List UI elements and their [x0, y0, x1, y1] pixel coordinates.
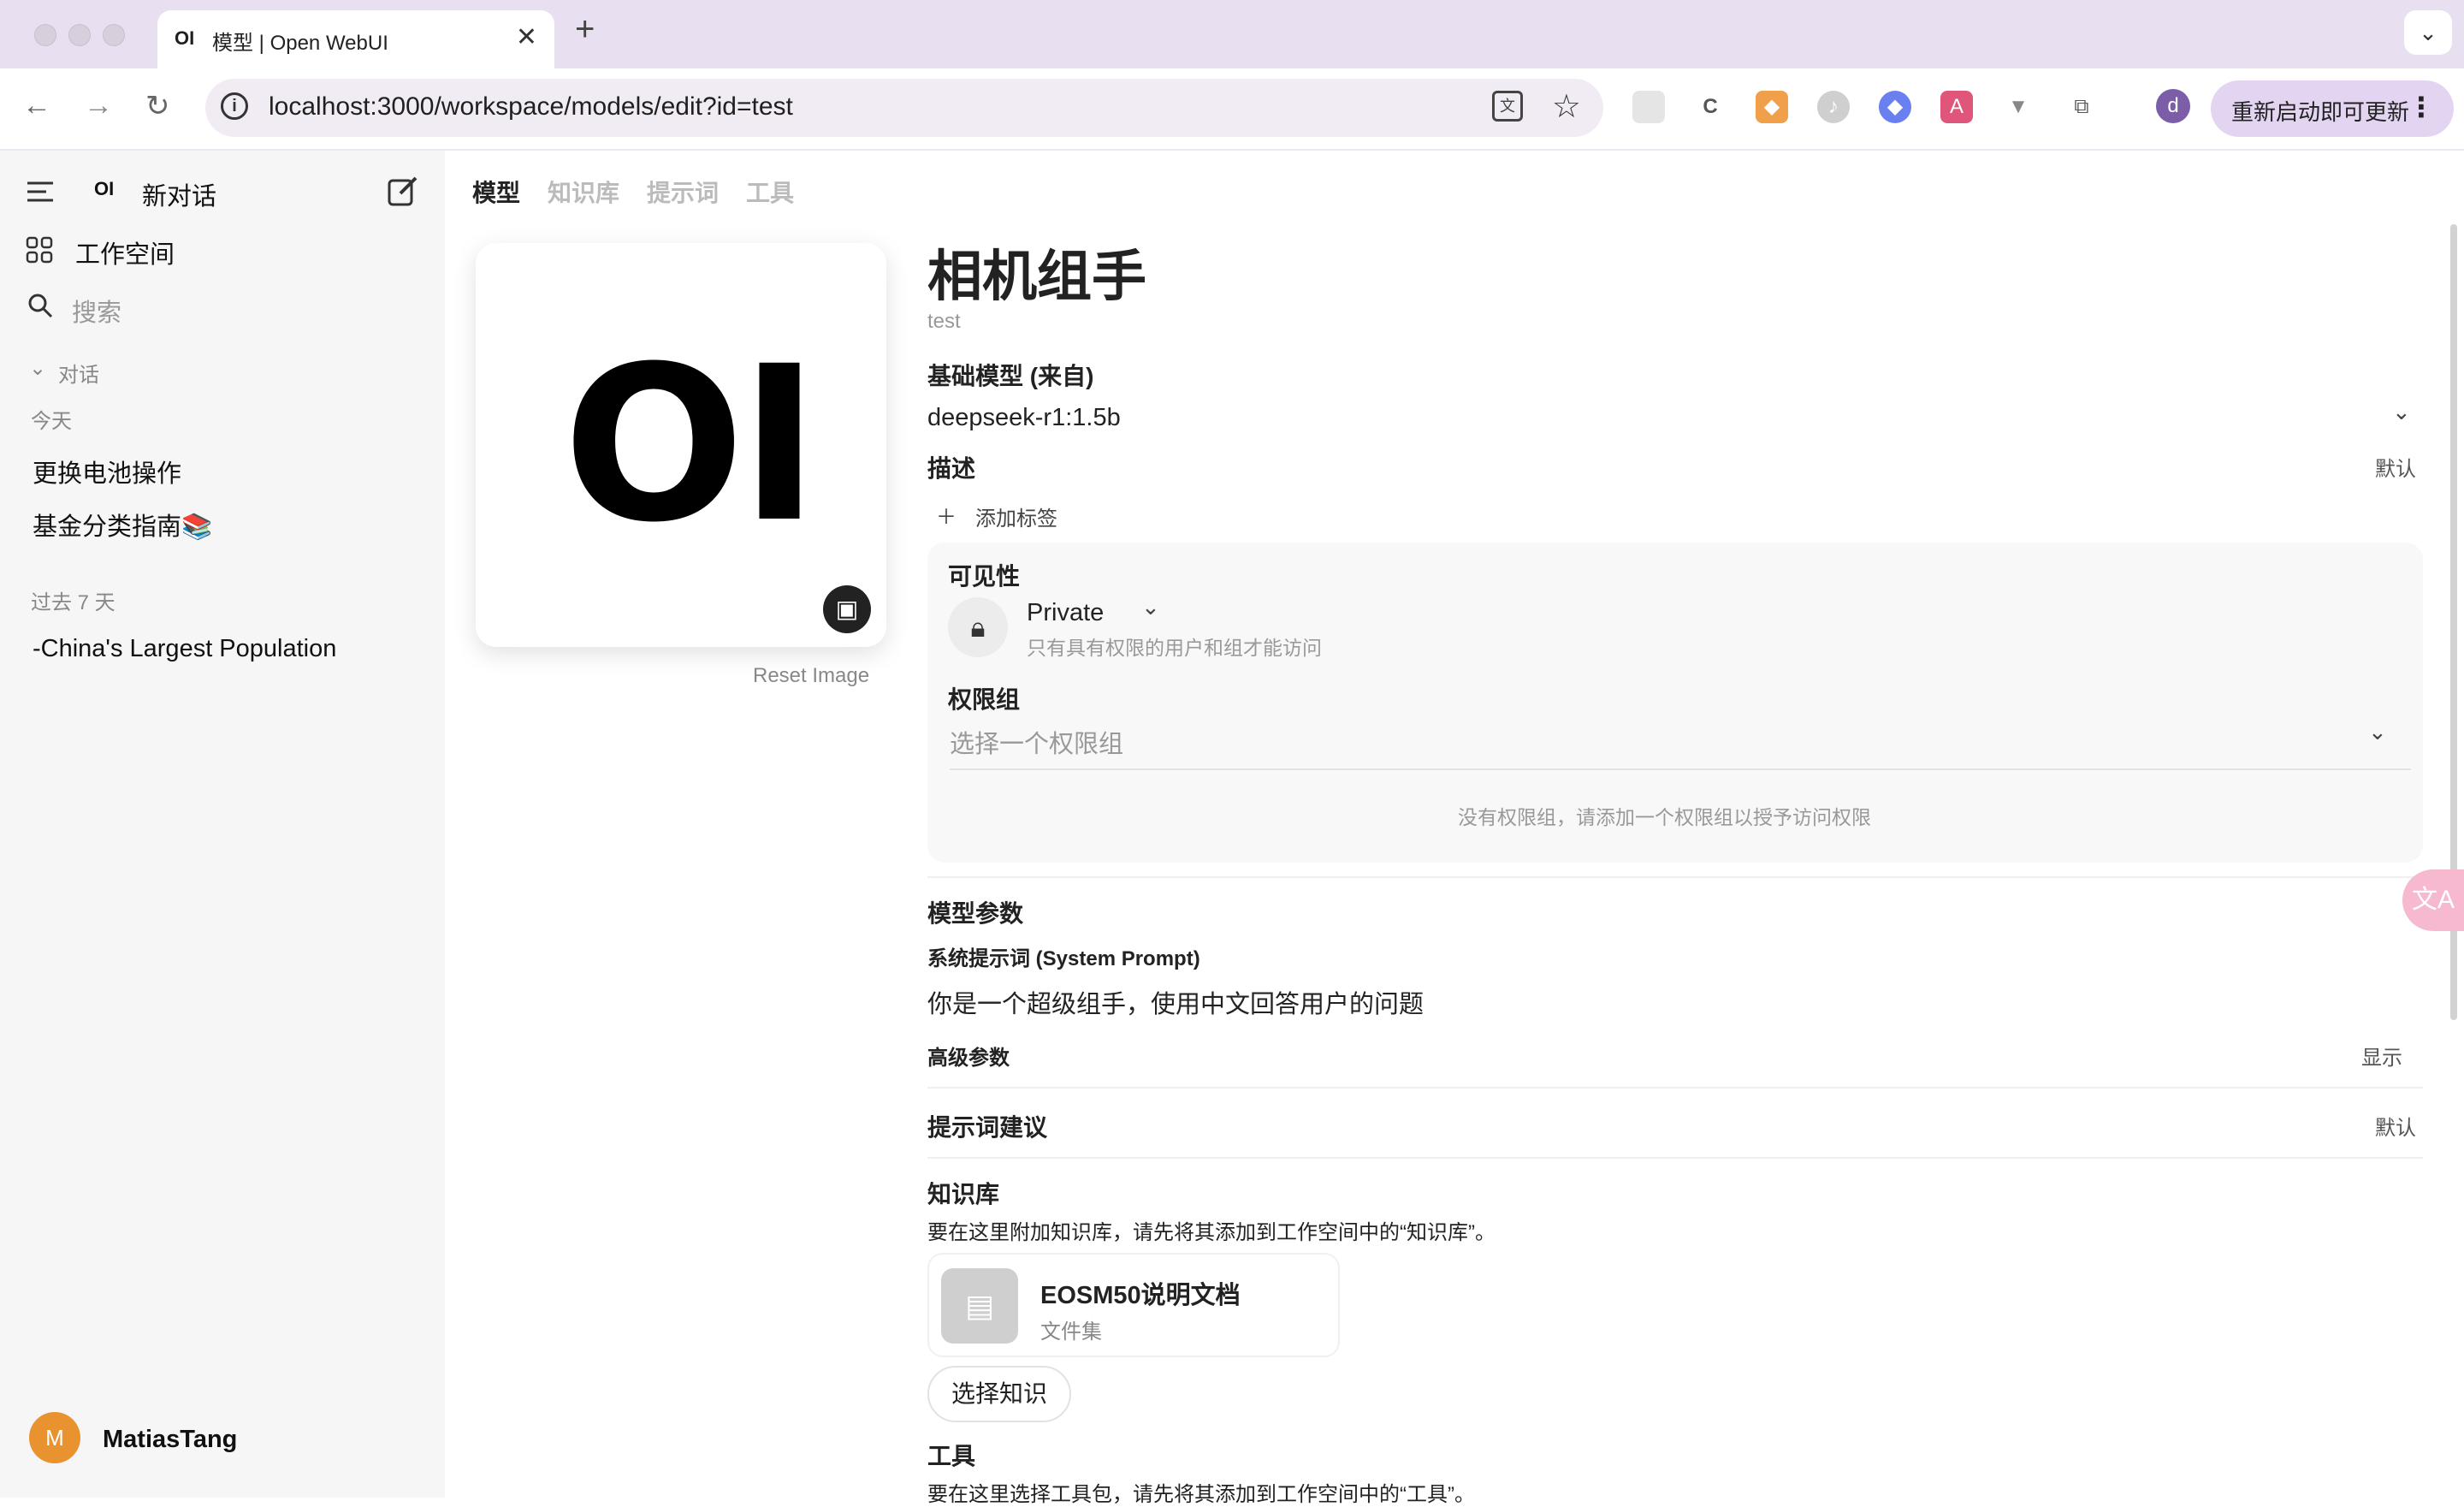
forward-arrow-icon[interactable]: → [84, 89, 113, 122]
past-7-days-header: 过去 7 天 [31, 591, 116, 614]
change-image-icon[interactable]: ▣ [823, 585, 871, 633]
lock-icon: 🔒︎ [948, 597, 1008, 657]
knowledge-hint: 要在这里附加知识库，请先将其添加到工作空间中的“知识库”。 [927, 1221, 1496, 1244]
tab-prompts[interactable]: 提示词 [647, 175, 719, 209]
tab-close-icon[interactable]: ✕ [516, 22, 537, 52]
tab-favicon: OI [175, 27, 195, 49]
tab-tools[interactable]: 工具 [746, 175, 794, 209]
visibility-chevron-icon[interactable]: ⌄ [1141, 594, 1160, 620]
profile-avatar[interactable]: d [2156, 89, 2190, 123]
permission-group-empty: 没有权限组，请添加一个权限组以授予访问权限 [1458, 806, 1871, 828]
knowledge-item-type: 文件集 [1040, 1320, 1102, 1344]
model-params-label: 模型参数 [927, 900, 1024, 927]
knowledge-label: 知识库 [927, 1181, 1000, 1207]
sidebar-item-workspace[interactable]: 工作空间 [75, 234, 175, 270]
window-close-dot[interactable] [34, 24, 56, 46]
tools-hint: 要在这里选择工具包，请先将其添加到工作空间中的“工具”。 [927, 1483, 1475, 1506]
browser-tab-bar: OI 模型 | Open WebUI ✕ + ⌄ [0, 0, 2464, 68]
browser-tab-active[interactable]: OI 模型 | Open WebUI ✕ [157, 10, 554, 68]
search-icon [28, 294, 53, 318]
tab-search-chevron-icon[interactable]: ⌄ [2404, 10, 2452, 55]
today-header: 今天 [31, 410, 72, 433]
prompt-suggestions-default-toggle[interactable]: 默认 [2375, 1111, 2416, 1141]
knowledge-item-card[interactable]: ▤ EOSM50说明文档 文件集 [927, 1253, 1340, 1357]
tools-label: 工具 [927, 1443, 976, 1469]
extensions-puzzle-icon[interactable]: ⧉ [2065, 91, 2098, 123]
document-icon: ▤ [941, 1268, 1018, 1344]
model-image-card[interactable]: OI ▣ [476, 243, 886, 647]
chat-item-china-population[interactable]: -China's Largest Population [33, 635, 336, 663]
select-underline [950, 768, 2411, 770]
extension-music-icon[interactable]: ♪ [1817, 91, 1850, 123]
prompt-suggestions-label: 提示词建议 [927, 1114, 1048, 1141]
chats-section-header[interactable]: 对话 [58, 358, 99, 388]
visibility-panel: 可见性 🔒︎ Private ⌄ 只有具有权限的用户和组才能访问 权限组 选择一… [927, 543, 2423, 863]
translate-icon[interactable]: 文 [1492, 91, 1523, 122]
model-id: test [927, 310, 961, 333]
extension-translate-icon[interactable]: A [1940, 91, 1973, 123]
permission-group-select[interactable]: 选择一个权限组 [950, 724, 1123, 760]
base-model-select[interactable]: deepseek-r1:1.5b [927, 404, 1121, 432]
floating-translate-icon[interactable]: 文A [2402, 869, 2464, 931]
add-tag-plus-icon[interactable]: ＋ [936, 500, 957, 530]
window-zoom-dot[interactable] [103, 24, 125, 46]
description-default-toggle[interactable]: 默认 [2375, 452, 2416, 482]
sidebar [0, 151, 445, 1498]
extension-c-icon[interactable]: C [1694, 91, 1727, 123]
sidebar-logo: OI [94, 178, 115, 199]
new-chat-label[interactable]: 新对话 [142, 176, 216, 212]
add-tag-button[interactable]: 添加标签 [975, 501, 1057, 531]
tab-models[interactable]: 模型 [472, 175, 520, 209]
vue-devtools-icon[interactable]: ▼ [2002, 91, 2035, 123]
chevron-down-icon[interactable]: ⌄ [29, 356, 46, 381]
tab-knowledge[interactable]: 知识库 [548, 175, 619, 209]
divider [927, 1157, 2423, 1159]
menu-icon[interactable] [26, 180, 55, 204]
permission-group-chevron-icon[interactable]: ⌄ [2368, 719, 2387, 745]
divider [927, 1087, 2423, 1089]
tab-title: 模型 | Open WebUI [212, 32, 388, 55]
new-chat-pencil-icon[interactable] [387, 175, 419, 207]
address-bar[interactable]: i localhost:3000/workspace/models/edit?i… [205, 79, 1603, 137]
extension-grid-icon[interactable] [1632, 91, 1665, 123]
update-label: 重新启动即可更新 [2231, 99, 2410, 125]
advanced-params-toggle[interactable]: 显示 [2361, 1041, 2402, 1071]
divider [927, 876, 2423, 878]
kebab-menu-icon[interactable]: ⋮ [2408, 91, 2435, 123]
system-prompt-textarea[interactable]: 你是一个超级组手，使用中文回答用户的问题 [927, 984, 1424, 1020]
visibility-label: 可见性 [948, 563, 1021, 590]
user-name[interactable]: MatiasTang [103, 1426, 237, 1454]
workspace-grid-icon [26, 236, 53, 264]
select-knowledge-button[interactable]: 选择知识 [927, 1366, 1071, 1422]
search-input[interactable]: 搜索 [72, 293, 121, 329]
chat-item-battery[interactable]: 更换电池操作 [33, 454, 181, 489]
reload-icon[interactable]: ↻ [145, 89, 170, 123]
permission-group-label: 权限组 [948, 686, 1021, 713]
address-url[interactable]: localhost:3000/workspace/models/edit?id=… [269, 92, 793, 122]
knowledge-item-name: EOSM50说明文档 [1040, 1282, 1241, 1309]
base-model-chevron-icon[interactable]: ⌄ [2392, 399, 2411, 425]
advanced-params-label: 高级参数 [927, 1047, 1010, 1070]
user-avatar[interactable]: M [29, 1412, 80, 1463]
extension-diamond-icon[interactable]: ◆ [1879, 91, 1911, 123]
model-logo: OI [563, 320, 820, 569]
base-model-label: 基础模型 (来自) [927, 363, 1094, 389]
system-prompt-label: 系统提示词 (System Prompt) [927, 947, 1200, 970]
visibility-hint: 只有具有权限的用户和组才能访问 [1027, 637, 1322, 659]
description-label: 描述 [927, 455, 976, 482]
new-tab-icon[interactable]: + [575, 12, 595, 46]
site-info-icon[interactable]: i [221, 92, 248, 120]
bookmark-star-icon[interactable]: ☆ [1552, 87, 1581, 126]
visibility-select[interactable]: Private [1027, 599, 1104, 627]
model-name-input[interactable]: 相机组手 [927, 233, 1146, 311]
back-arrow-icon[interactable]: ← [22, 89, 51, 122]
chat-item-fund-guide[interactable]: 基金分类指南📚 [33, 507, 212, 543]
reset-image-button[interactable]: Reset Image [753, 664, 869, 688]
metamask-fox-icon[interactable]: ◆ [1756, 91, 1788, 123]
update-button[interactable]: 重新启动即可更新 ⋮ [2211, 80, 2454, 137]
window-minimize-dot[interactable] [68, 24, 91, 46]
